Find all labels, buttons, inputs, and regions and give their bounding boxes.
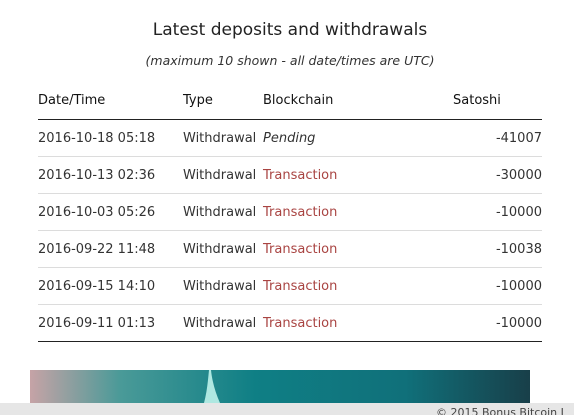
page-footer: © 2015 Bonus Bitcoin L — [0, 403, 574, 415]
cell-satoshi: -10000 — [453, 267, 542, 305]
transaction-link[interactable]: Transaction — [263, 242, 337, 257]
transaction-link[interactable]: Transaction — [263, 279, 337, 294]
pending-status: Pending — [263, 130, 316, 146]
transaction-link[interactable]: Transaction — [263, 205, 337, 220]
cell-satoshi: -10038 — [453, 230, 542, 268]
column-header-date: Date/Time — [38, 82, 183, 120]
footer-copyright: © 2015 Bonus Bitcoin L — [436, 406, 567, 415]
column-header-blockchain: Blockchain — [263, 82, 453, 120]
table-row: 2016-09-11 01:13 Withdrawal Transaction … — [38, 304, 542, 342]
cell-date: 2016-09-22 11:48 — [38, 230, 183, 268]
cell-satoshi: -41007 — [453, 119, 542, 157]
table-header-row: Date/Time Type Blockchain Satoshi — [38, 82, 542, 120]
cell-date: 2016-10-18 05:18 — [38, 119, 183, 157]
cell-type: Withdrawal — [183, 267, 263, 305]
column-header-satoshi: Satoshi — [453, 82, 542, 120]
history-subtitle: (maximum 10 shown - all date/times are U… — [145, 53, 435, 68]
cell-type: Withdrawal — [183, 156, 263, 194]
cell-type: Withdrawal — [183, 119, 263, 157]
table-row: 2016-10-13 02:36 Withdrawal Transaction … — [38, 156, 542, 194]
cell-type: Withdrawal — [183, 230, 263, 268]
history-table: Date/Time Type Blockchain Satoshi 2016-1… — [38, 82, 542, 342]
cell-type: Withdrawal — [183, 193, 263, 231]
table-row: 2016-10-18 05:18 Withdrawal Pending -410… — [38, 119, 542, 157]
cell-satoshi: -10000 — [453, 193, 542, 231]
cell-blockchain: Pending — [263, 119, 453, 157]
history-title: Latest deposits and withdrawals — [152, 20, 428, 40]
cell-date: 2016-10-03 05:26 — [38, 193, 183, 231]
cell-satoshi: -30000 — [453, 156, 542, 194]
cell-blockchain: Transaction — [263, 193, 453, 231]
transaction-link[interactable]: Transaction — [263, 168, 337, 183]
table-row: 2016-09-22 11:48 Withdrawal Transaction … — [38, 230, 542, 268]
cell-satoshi: -10000 — [453, 304, 542, 342]
cell-date: 2016-10-13 02:36 — [38, 156, 183, 194]
cell-blockchain: Transaction — [263, 267, 453, 305]
cell-blockchain: Transaction — [263, 304, 453, 342]
table-row: 2016-10-03 05:26 Withdrawal Transaction … — [38, 193, 542, 231]
banner-light-spike — [204, 370, 220, 403]
promo-banner-image — [30, 370, 530, 403]
cell-date: 2016-09-11 01:13 — [38, 304, 183, 342]
cell-type: Withdrawal — [183, 304, 263, 342]
cell-blockchain: Transaction — [263, 230, 453, 268]
column-header-type: Type — [183, 82, 263, 120]
cell-date: 2016-09-15 14:10 — [38, 267, 183, 305]
table-row: 2016-09-15 14:10 Withdrawal Transaction … — [38, 267, 542, 305]
transaction-link[interactable]: Transaction — [263, 316, 337, 331]
cell-blockchain: Transaction — [263, 156, 453, 194]
